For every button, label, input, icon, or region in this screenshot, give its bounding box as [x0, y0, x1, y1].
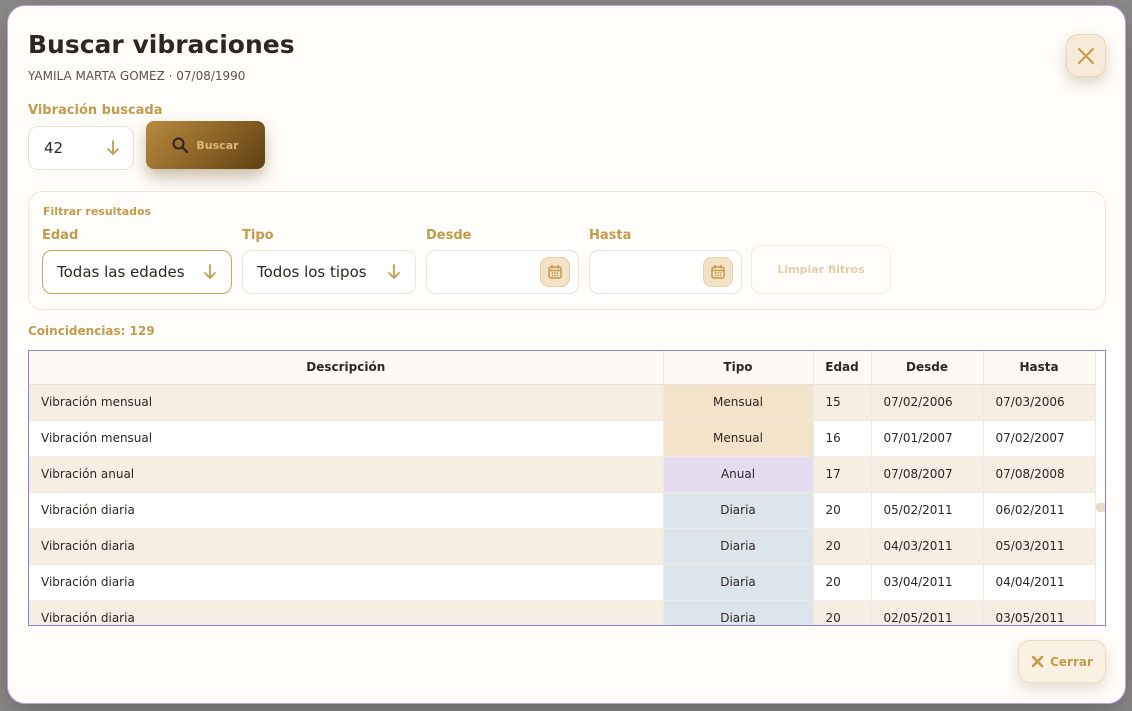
vibration-label: Vibración buscada: [28, 103, 163, 118]
arrow-down-icon: [107, 140, 119, 155]
cell-age: 20: [813, 600, 872, 625]
column-header[interactable]: Desde: [871, 351, 984, 385]
cell-type: Mensual: [663, 384, 814, 421]
table-header-row: Descripción Tipo Edad Desde Hasta: [29, 351, 1096, 385]
to-date-label: Hasta: [589, 228, 632, 243]
cell-age: 17: [813, 456, 872, 493]
arrow-down-icon: [388, 264, 400, 279]
search-icon: [172, 137, 189, 153]
search-button[interactable]: Buscar: [146, 121, 265, 169]
cell-to: 05/03/2011: [983, 528, 1096, 565]
filters-title: Filtrar resultados: [43, 205, 152, 218]
search-button-label: Buscar: [196, 138, 239, 152]
cell-from: 07/01/2007: [871, 420, 984, 457]
cell-description: Vibración diaria: [29, 528, 664, 565]
cell-to: 04/04/2011: [983, 564, 1096, 601]
clear-filters-button[interactable]: Limpiar filtros: [751, 245, 891, 294]
close-icon: [1078, 47, 1094, 64]
search-vibrations-dialog: Buscar vibraciones YAMILA MARTA GOMEZ · …: [7, 5, 1126, 704]
vibration-select[interactable]: 42: [28, 126, 134, 170]
cell-type: Diaria: [663, 600, 814, 625]
table-row[interactable]: Vibración diaria Diaria 20 02/05/2011 03…: [29, 600, 1096, 625]
column-header[interactable]: Tipo: [663, 351, 814, 385]
cell-description: Vibración anual: [29, 456, 664, 493]
cell-to: 07/08/2008: [983, 456, 1096, 493]
close-dialog-button[interactable]: [1066, 34, 1106, 77]
results-count: Coincidencias: 129: [28, 324, 155, 338]
age-filter-value: Todas las edades: [57, 263, 185, 281]
cell-description: Vibración diaria: [29, 492, 664, 529]
page-title: Buscar vibraciones: [28, 30, 295, 59]
type-filter-select[interactable]: Todos los tipos: [242, 250, 416, 294]
calendar-button[interactable]: [540, 257, 570, 287]
calendar-icon: [548, 264, 562, 279]
cell-from: 07/08/2007: [871, 456, 984, 493]
cell-age: 16: [813, 420, 872, 457]
cell-description: Vibración mensual: [29, 384, 664, 421]
cell-age: 15: [813, 384, 872, 421]
vibration-select-value: 42: [44, 139, 64, 157]
column-header[interactable]: Hasta: [983, 351, 1096, 385]
column-header[interactable]: Edad: [813, 351, 872, 385]
cell-from: 03/04/2011: [871, 564, 984, 601]
table-row[interactable]: Vibración anual Anual 17 07/08/2007 07/0…: [29, 456, 1096, 493]
calendar-button[interactable]: [703, 257, 733, 287]
type-filter-value: Todos los tipos: [257, 263, 367, 281]
results-table: Descripción Tipo Edad Desde Hasta Vibrac…: [28, 350, 1106, 626]
table-row[interactable]: Vibración diaria Diaria 20 03/04/2011 04…: [29, 564, 1096, 601]
table-row[interactable]: Vibración diaria Diaria 20 05/02/2011 06…: [29, 492, 1096, 529]
from-date-input[interactable]: [426, 250, 579, 294]
person-subtitle: YAMILA MARTA GOMEZ · 07/08/1990: [28, 69, 246, 83]
calendar-icon: [711, 264, 725, 279]
cell-from: 02/05/2011: [871, 600, 984, 625]
cell-type: Anual: [663, 456, 814, 493]
column-header[interactable]: Descripción: [29, 351, 664, 385]
cell-description: Vibración diaria: [29, 564, 664, 601]
cell-age: 20: [813, 528, 872, 565]
close-button[interactable]: Cerrar: [1018, 640, 1106, 683]
cell-to: 07/03/2006: [983, 384, 1096, 421]
to-date-input[interactable]: [589, 250, 742, 294]
cell-type: Diaria: [663, 492, 814, 529]
cell-to: 07/02/2007: [983, 420, 1096, 457]
from-date-label: Desde: [426, 228, 472, 243]
close-button-label: Cerrar: [1050, 654, 1093, 669]
arrow-down-icon: [204, 264, 216, 279]
age-filter-label: Edad: [42, 228, 79, 243]
table-row[interactable]: Vibración mensual Mensual 15 07/02/2006 …: [29, 384, 1096, 421]
cell-type: Diaria: [663, 564, 814, 601]
cell-to: 03/05/2011: [983, 600, 1096, 625]
cell-from: 07/02/2006: [871, 384, 984, 421]
cell-from: 05/02/2011: [871, 492, 984, 529]
filters-panel: Filtrar resultados Edad Todas las edades…: [28, 191, 1106, 310]
cell-age: 20: [813, 564, 872, 601]
age-filter-select[interactable]: Todas las edades: [42, 250, 232, 294]
cell-description: Vibración mensual: [29, 420, 664, 457]
table-scrollbar-thumb[interactable]: [1096, 503, 1105, 512]
type-filter-label: Tipo: [242, 228, 274, 243]
cell-description: Vibración diaria: [29, 600, 664, 625]
cell-from: 04/03/2011: [871, 528, 984, 565]
close-icon: [1031, 655, 1044, 668]
cell-to: 06/02/2011: [983, 492, 1096, 529]
cell-type: Mensual: [663, 420, 814, 457]
cell-type: Diaria: [663, 528, 814, 565]
table-row[interactable]: Vibración mensual Mensual 16 07/01/2007 …: [29, 420, 1096, 457]
cell-age: 20: [813, 492, 872, 529]
table-row[interactable]: Vibración diaria Diaria 20 04/03/2011 05…: [29, 528, 1096, 565]
